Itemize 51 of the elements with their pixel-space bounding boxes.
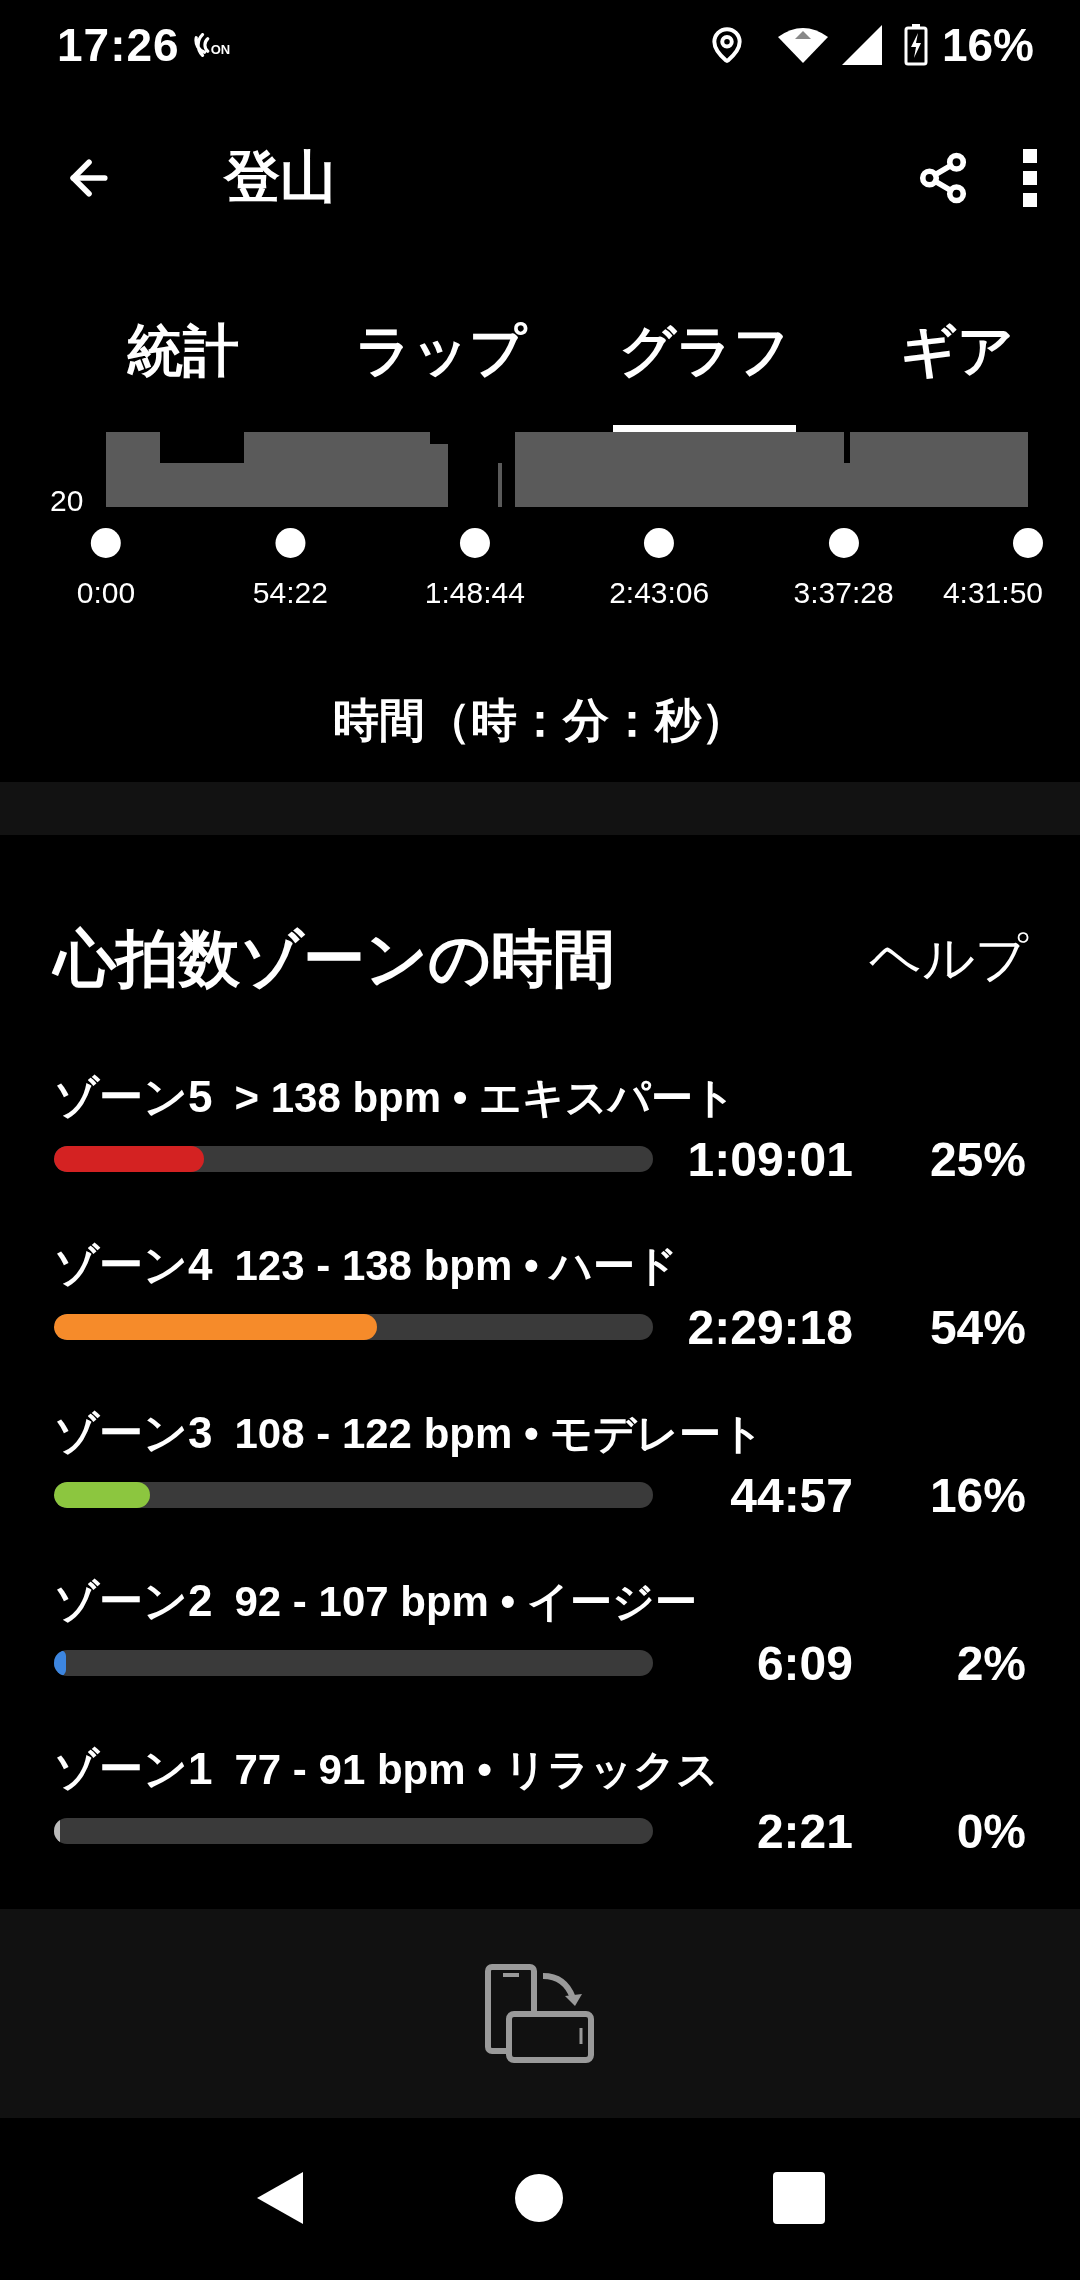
time-tick-label: 0:00: [76, 576, 136, 610]
tab[interactable]: ギア: [834, 265, 1080, 432]
timeline-dot[interactable]: [459, 528, 490, 558]
rotate-screen-button[interactable]: [485, 1963, 595, 2064]
axis-title: 時間（時：分：秒）: [332, 693, 748, 748]
timeline-dot[interactable]: [644, 528, 675, 558]
zone-range: 92 - 107 bpm • イージー: [234, 1577, 697, 1627]
zone-percent: 2%: [955, 1635, 1026, 1691]
tab[interactable]: ラップ: [306, 265, 574, 432]
page-title: 登山: [224, 143, 337, 210]
status-time: 17:26: [57, 18, 180, 72]
more-button[interactable]: [1020, 146, 1040, 209]
zone-percent: 16%: [928, 1467, 1026, 1523]
time-tick-label: 2:43:06: [609, 576, 710, 610]
time-tick-label: 4:31:50: [942, 576, 1043, 610]
timeline-dot[interactable]: [1013, 528, 1043, 558]
zone-time: 2:29:18: [686, 1299, 853, 1355]
zone-name: ゾーン3: [54, 1407, 213, 1459]
zone-time: 1:09:01: [686, 1131, 853, 1187]
zone-name: ゾーン4: [54, 1239, 213, 1291]
zone-name: ゾーン1: [54, 1743, 213, 1795]
nfc-label: ON: [210, 42, 231, 57]
zone-range: 108 - 122 bpm • モデレート: [234, 1409, 765, 1459]
signal-icon: [841, 25, 882, 65]
zone-range: > 138 bpm • エキスパート: [234, 1073, 737, 1123]
y-axis-label: 20: [50, 484, 84, 518]
timeline-dot[interactable]: [91, 528, 121, 558]
time-tick-label: 3:37:28: [793, 576, 894, 610]
nav-home-button[interactable]: [515, 2174, 563, 2222]
wifi-icon: [777, 27, 828, 63]
zone-name: ゾーン5: [54, 1071, 213, 1123]
zone-percent: 0%: [955, 1803, 1026, 1859]
zone-range: 77 - 91 bpm • リラックス: [234, 1745, 719, 1795]
help-link[interactable]: ヘルプ: [869, 923, 1028, 994]
zone-name: ゾーン2: [54, 1575, 213, 1627]
time-tick-label: 1:48:44: [424, 576, 525, 610]
zone-time: 44:57: [729, 1467, 853, 1523]
nfc-icon: [193, 33, 210, 57]
timeline-dot[interactable]: [275, 528, 306, 558]
battery-charging-icon: [903, 24, 928, 66]
zone-percent: 25%: [928, 1131, 1026, 1187]
nav-back-button[interactable]: [255, 2170, 305, 2226]
zone-time: 6:09: [755, 1635, 853, 1691]
zone-range: 123 - 138 bpm • ハード: [234, 1241, 679, 1291]
tab[interactable]: 統計: [60, 265, 306, 432]
section-title: 心拍数ゾーンの時間: [54, 922, 615, 995]
time-tick-label: 54:22: [252, 576, 328, 610]
timeline-dot[interactable]: [828, 528, 859, 558]
zone-time: 2:21: [755, 1803, 853, 1859]
battery-percent: 16%: [941, 18, 1034, 72]
zone-percent: 54%: [928, 1299, 1026, 1355]
